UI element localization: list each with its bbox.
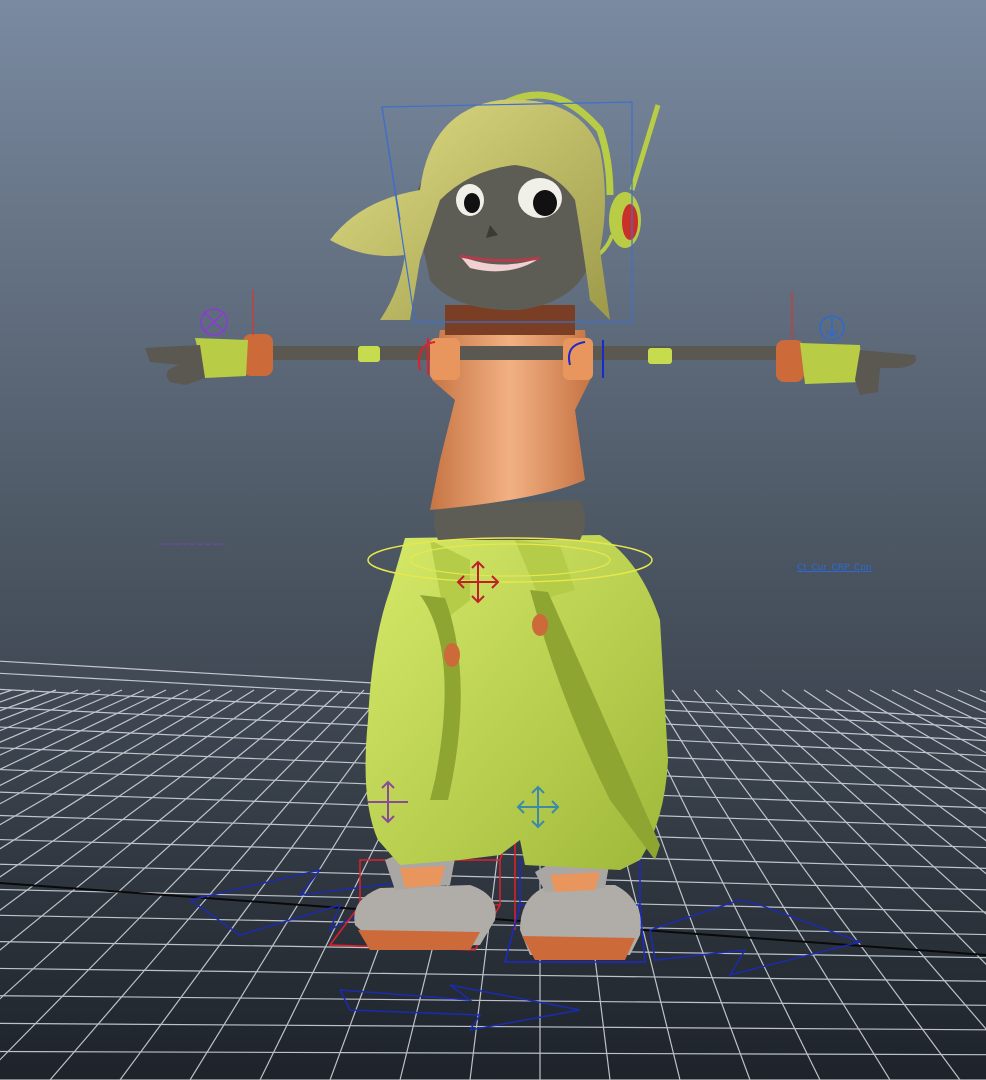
scene-canvas[interactable] — [0, 0, 986, 1080]
left-control-label: ~~~~~~~~~ — [158, 540, 226, 550]
right-control-label: Ct_Cur_CRP_Cpn — [797, 563, 872, 573]
maya-viewport[interactable]: ~~~~~~~~~ Ct_Cur_CRP_Cpn — [0, 0, 986, 1080]
pants — [365, 535, 668, 870]
